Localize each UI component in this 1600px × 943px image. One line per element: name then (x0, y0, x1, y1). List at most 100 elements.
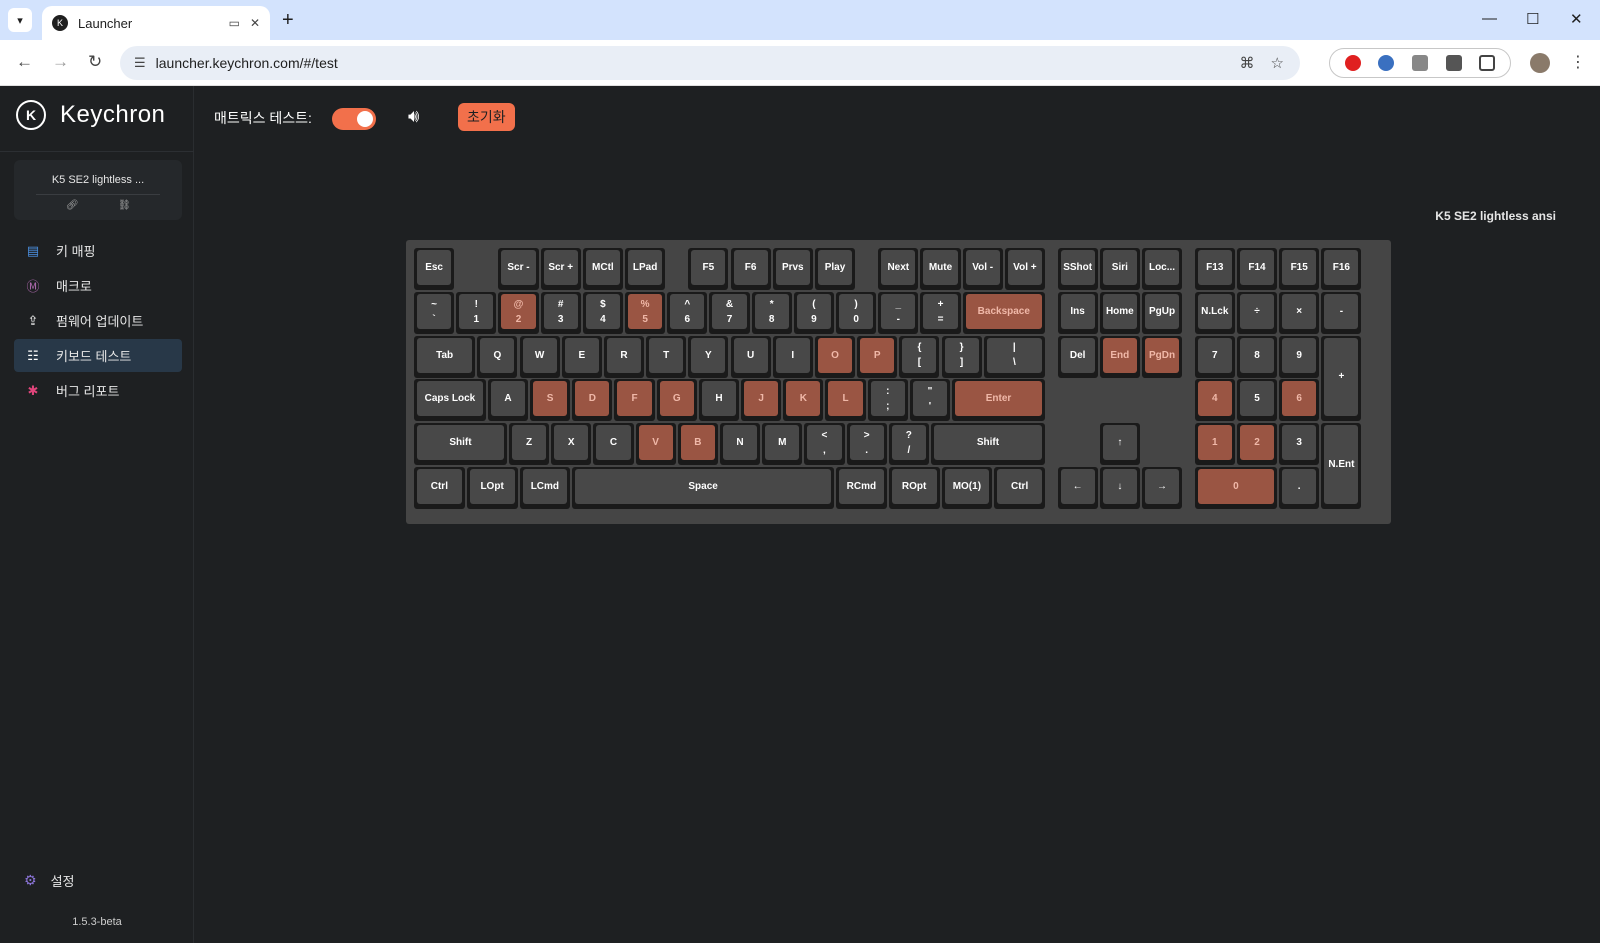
key-b[interactable]: B (677, 423, 718, 465)
sidebar-item-firmware[interactable]: ⇪ 펌웨어 업데이트 (14, 304, 182, 337)
key-s[interactable]: S (530, 379, 571, 421)
key-semicolon[interactable]: :; (867, 379, 908, 421)
key-scr-plus[interactable]: Scr + (540, 248, 581, 290)
browser-menu-icon[interactable]: ⋮ (1570, 52, 1586, 72)
key-n[interactable]: N (719, 423, 761, 465)
key-kp1[interactable]: 1 (1194, 423, 1235, 465)
key-kp8[interactable]: 8 (1236, 335, 1278, 378)
key-kp-div[interactable]: ÷ (1236, 292, 1278, 334)
key-j[interactable]: J (741, 379, 782, 421)
key-v[interactable]: V (635, 423, 676, 465)
key-backspace[interactable]: Backspace (962, 292, 1045, 334)
key-3[interactable]: #3 (540, 292, 581, 334)
key-lbracket[interactable]: {[ (899, 335, 940, 378)
key-h[interactable]: H (698, 379, 740, 421)
key-e[interactable]: E (561, 335, 602, 378)
key-lpad[interactable]: LPad (625, 248, 666, 290)
key-vol-minus[interactable]: Vol - (962, 248, 1003, 290)
extension-globe-icon[interactable] (1378, 55, 1395, 71)
key-kp-enter[interactable]: N.Ent (1321, 423, 1362, 509)
address-bar[interactable]: ☰ launcher.keychron.com/#/test ⌘ ☆ (120, 46, 1300, 80)
sidebar-item-macro[interactable]: Ⓜ 매크로 (14, 269, 182, 302)
key-1[interactable]: ! 1 (456, 292, 497, 334)
key-8[interactable]: * 8 (751, 292, 792, 334)
key-f[interactable]: F (614, 379, 655, 421)
maximize-icon[interactable]: ☐ (1526, 10, 1539, 28)
key-siri[interactable]: Siri (1099, 248, 1140, 290)
sidebar-item-bug[interactable]: ✱ 버그 리포트 (14, 374, 182, 407)
key-backslash[interactable]: | \ (983, 335, 1045, 378)
key-7[interactable]: & 7 (709, 292, 750, 334)
key-o[interactable]: O (814, 335, 856, 378)
key-g[interactable]: G (656, 379, 697, 421)
key-kp9[interactable]: 9 (1279, 335, 1320, 378)
key-rctrl[interactable]: Ctrl (994, 467, 1045, 509)
key-scr-minus[interactable]: Scr - (498, 248, 539, 290)
key-4[interactable]: $4 (582, 292, 623, 334)
extension-red-icon[interactable] (1344, 55, 1361, 71)
extensions-puzzle-icon[interactable] (1479, 55, 1496, 71)
key-left[interactable]: ← (1057, 467, 1098, 509)
key-lock[interactable]: Loc... (1141, 248, 1183, 290)
key-del[interactable]: Del (1057, 335, 1098, 378)
key-ropt[interactable]: ROpt (888, 467, 940, 509)
key-6[interactable]: ^ 6 (667, 292, 708, 334)
key-comma[interactable]: <, (804, 423, 845, 465)
key-t[interactable]: T (646, 335, 687, 378)
extension-gray-icon[interactable] (1411, 55, 1428, 71)
key-period[interactable]: >. (846, 423, 887, 465)
key-caps[interactable]: Caps Lock (414, 379, 486, 421)
unlink-icon[interactable]: ⛓︎ (118, 200, 131, 211)
sound-icon[interactable]: 🔊︎ (408, 106, 419, 127)
key-z[interactable]: Z (508, 423, 550, 465)
link-icon[interactable]: 🔗︎ (66, 200, 79, 211)
browser-tab[interactable]: K Launcher ▭ ✕ (42, 6, 270, 40)
key-kp7[interactable]: 7 (1194, 335, 1235, 378)
key-kp5[interactable]: 5 (1236, 379, 1278, 421)
key-lcmd[interactable]: LCmd (519, 467, 571, 509)
key-f15[interactable]: F15 (1279, 248, 1320, 290)
key-lshift[interactable]: Shift (414, 423, 507, 465)
key-space[interactable]: Space (572, 467, 834, 509)
key-5[interactable]: % 5 (625, 292, 666, 334)
key-i[interactable]: I (772, 335, 813, 378)
key-p[interactable]: P (857, 335, 898, 378)
key-kp-plus[interactable]: + (1321, 335, 1362, 421)
key-home[interactable]: Home (1099, 292, 1140, 334)
tab-search-icon[interactable]: ▾ (8, 8, 32, 32)
key-f16[interactable]: F16 (1321, 248, 1362, 290)
key-0[interactable]: ) 0 (836, 292, 877, 334)
minimize-icon[interactable]: — (1482, 10, 1497, 27)
extension-dark-icon[interactable] (1445, 55, 1462, 71)
key-u[interactable]: U (730, 335, 771, 378)
key-slash[interactable]: ? / (888, 423, 929, 465)
key-q[interactable]: Q (477, 335, 518, 378)
key-pgdn[interactable]: PgDn (1141, 335, 1183, 378)
back-icon[interactable]: ← (16, 52, 33, 72)
key-down[interactable]: ↓ (1099, 467, 1140, 509)
key-end[interactable]: End (1099, 335, 1140, 378)
key-f14[interactable]: F14 (1236, 248, 1278, 290)
key-ins[interactable]: Ins (1057, 292, 1098, 334)
key-c[interactable]: C (593, 423, 634, 465)
key-nlck[interactable]: N.Lck (1194, 292, 1235, 334)
key-quote[interactable]: " ' (909, 379, 951, 421)
key-tab[interactable]: Tab (414, 335, 476, 378)
key-esc[interactable]: Esc (414, 248, 455, 290)
profile-avatar[interactable] (1530, 53, 1550, 73)
reset-button[interactable]: 초기화 (458, 103, 515, 131)
key-a[interactable]: A (487, 379, 529, 421)
key-equal[interactable]: + = (920, 292, 961, 334)
tab-close-icon[interactable]: ✕ (250, 16, 260, 30)
key-sshot[interactable]: SShot (1057, 248, 1098, 290)
key-minus[interactable]: _ - (878, 292, 919, 334)
reload-icon[interactable]: ↻ (88, 52, 102, 72)
key-kp-minus[interactable]: - (1321, 292, 1362, 334)
matrix-test-toggle[interactable] (332, 108, 376, 130)
key-k[interactable]: K (783, 379, 824, 421)
key-rshift[interactable]: Shift (930, 423, 1045, 465)
key-next[interactable]: Next (878, 248, 919, 290)
key-play[interactable]: Play (814, 248, 856, 290)
key-rbracket[interactable]: }] (941, 335, 982, 378)
key-kp6[interactable]: 6 (1279, 379, 1320, 421)
